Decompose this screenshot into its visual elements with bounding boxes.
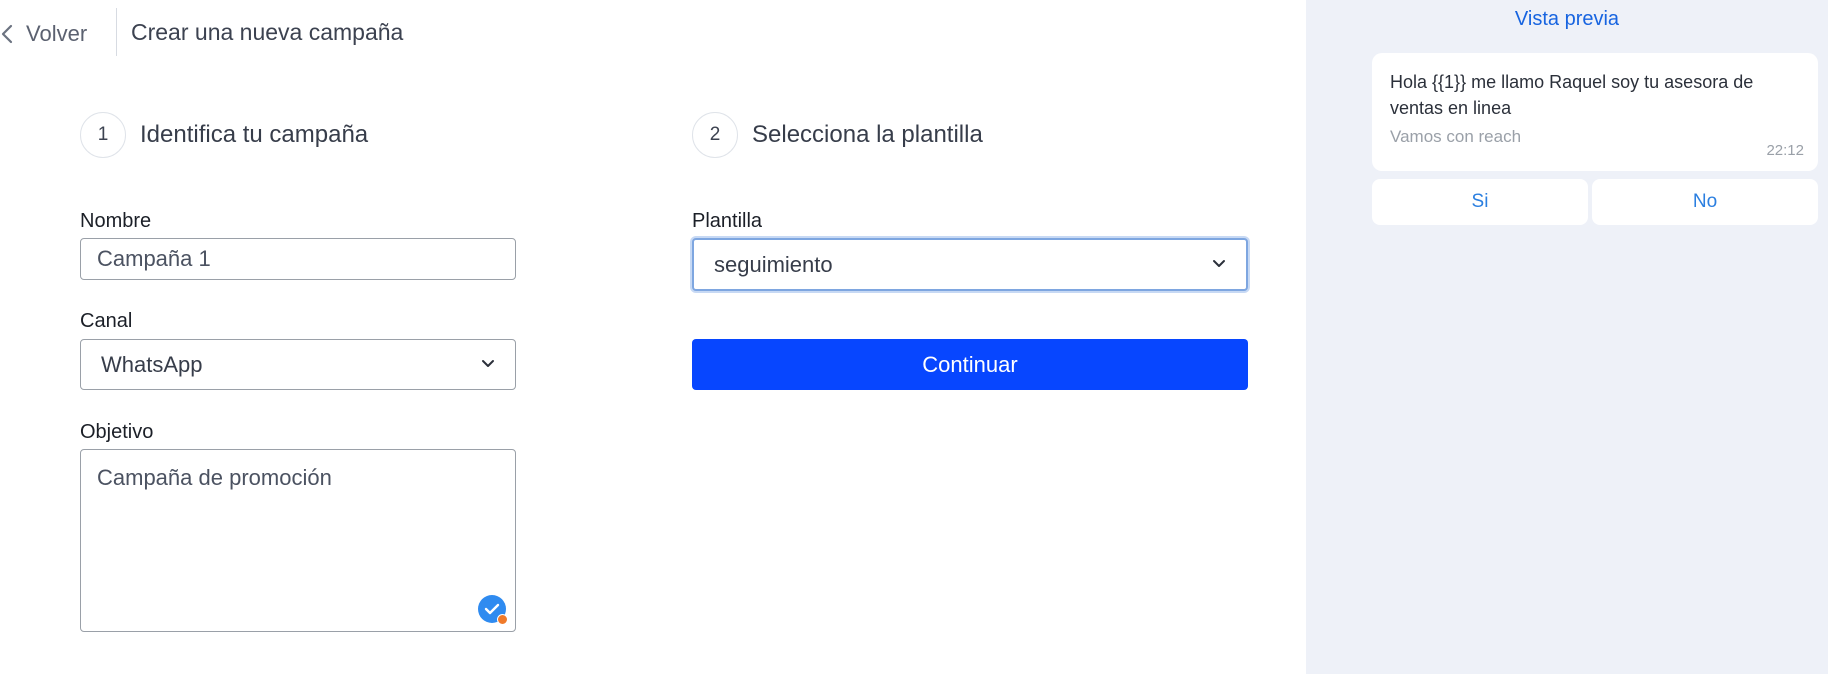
message-bubble: Hola {{1}} me llamo Raquel soy tu asesor… — [1372, 53, 1818, 171]
message-time: 22:12 — [1766, 142, 1804, 159]
nombre-input[interactable] — [80, 238, 516, 280]
continue-button[interactable]: Continuar — [692, 339, 1248, 390]
plantilla-select[interactable]: seguimiento — [692, 238, 1248, 291]
step-title: Selecciona la plantilla — [752, 121, 983, 148]
step-number: 1 — [80, 112, 126, 158]
quick-reply-no[interactable]: No — [1592, 179, 1818, 225]
chevron-left-icon — [0, 23, 14, 45]
message-body: Hola {{1}} me llamo Raquel soy tu asesor… — [1390, 72, 1754, 119]
back-label: Volver — [26, 21, 88, 46]
plantilla-label: Plantilla — [692, 210, 763, 232]
chevron-down-icon — [481, 356, 495, 374]
nombre-label: Nombre — [80, 210, 152, 232]
canal-select[interactable]: WhatsApp — [80, 339, 516, 390]
objetivo-label: Objetivo — [80, 421, 154, 443]
chevron-down-icon — [1212, 256, 1226, 274]
step-2-header: 2 Selecciona la plantilla — [692, 112, 983, 158]
page-title: Crear una nueva campaña — [131, 19, 404, 45]
objetivo-textarea[interactable]: Campaña de promoción — [80, 449, 516, 632]
plantilla-value: seguimiento — [714, 251, 833, 277]
quick-reply-si[interactable]: Si — [1372, 179, 1588, 225]
canal-value: WhatsApp — [101, 351, 203, 377]
grammar-status-dot — [497, 614, 508, 625]
preview-panel: Vista previa Hola {{1}} me llamo Raquel … — [1306, 0, 1828, 674]
step-1-header: 1 Identifica tu campaña — [80, 112, 368, 158]
canal-label: Canal — [80, 310, 133, 332]
preview-title: Vista previa — [1514, 8, 1620, 30]
message-footer: Vamos con reach — [1390, 127, 1522, 147]
header-divider — [116, 8, 117, 56]
step-title: Identifica tu campaña — [140, 121, 369, 148]
step-number: 2 — [692, 112, 738, 158]
back-button[interactable]: Volver — [0, 14, 87, 54]
